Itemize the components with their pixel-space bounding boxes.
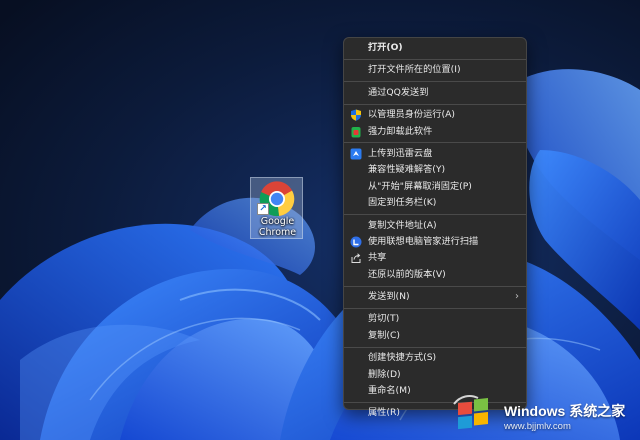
menu-item-delete[interactable]: 删除(D) [344, 367, 526, 383]
menu-item-label: 剪切(T) [368, 313, 400, 325]
menu-item-lenovo-scan[interactable]: 使用联想电脑管家进行扫描 [344, 234, 526, 250]
menu-item-send-to[interactable]: 发送到(N) › [344, 289, 526, 305]
menu-item-label: 兼容性疑难解答(Y) [368, 164, 446, 176]
watermark-title: Windows 系统之家 [504, 403, 626, 419]
menu-item-label: 上传到迅雷云盘 [368, 147, 433, 159]
lenovo-manager-icon [350, 236, 362, 248]
share-icon [351, 253, 361, 264]
menu-item-label: 以管理员身份运行(A) [368, 109, 455, 121]
site-watermark: Windows 系统之家 www.bjjmlv.com [444, 384, 640, 440]
menu-item-label: 打开(O) [368, 42, 403, 53]
desktop-wallpaper [0, 0, 640, 440]
menu-item-label: 打开文件所在的位置(I) [368, 64, 461, 76]
menu-item-label: 使用联想电脑管家进行扫描 [368, 235, 479, 247]
menu-separator [344, 58, 526, 60]
uac-shield-icon [351, 109, 361, 121]
menu-item-share[interactable]: 共享 [344, 250, 526, 266]
menu-separator [344, 142, 526, 144]
menu-item-label: 发送到(N) [368, 291, 410, 303]
chevron-right-icon: › [515, 291, 519, 303]
menu-item-label: 还原以前的版本(V) [368, 268, 446, 280]
menu-item-label: 固定到任务栏(K) [368, 197, 437, 209]
menu-item-copy-path[interactable]: 复制文件地址(A) [344, 218, 526, 234]
icon-label-line-1: Google [260, 216, 295, 227]
context-menu: 打开(O) 打开文件所在的位置(I) 通过QQ发送到 以管理员身份运行(A) 强… [343, 37, 527, 418]
menu-item-run-as-admin[interactable]: 以管理员身份运行(A) [344, 107, 526, 123]
menu-item-label: 强力卸载此软件 [368, 125, 433, 137]
menu-separator [344, 346, 526, 348]
icon-label-line-2: Chrome [258, 227, 297, 238]
menu-item-label: 创建快捷方式(S) [368, 352, 437, 364]
menu-item-open[interactable]: 打开(O) [344, 40, 526, 56]
desktop-icon-label: Google Chrome [251, 216, 304, 238]
menu-item-label: 属性(R) [368, 407, 400, 419]
watermark-url: www.bjjmlv.com [504, 421, 571, 432]
windows-logo-icon [453, 395, 488, 430]
menu-item-label: 从"开始"屏幕取消固定(P) [368, 180, 472, 192]
menu-item-label: 复制(C) [368, 329, 400, 341]
menu-separator [344, 214, 526, 216]
menu-separator [344, 307, 526, 309]
menu-item-open-file-location[interactable]: 打开文件所在的位置(I) [344, 62, 526, 78]
menu-item-label: 共享 [368, 252, 387, 264]
menu-item-copy[interactable]: 复制(C) [344, 328, 526, 344]
menu-item-force-uninstall[interactable]: 强力卸载此软件 [344, 124, 526, 140]
menu-item-pin-taskbar[interactable]: 固定到任务栏(K) [344, 195, 526, 211]
menu-item-compat-troubleshoot[interactable]: 兼容性疑难解答(Y) [344, 162, 526, 178]
menu-separator [344, 103, 526, 105]
menu-item-restore-previous[interactable]: 还原以前的版本(V) [344, 267, 526, 283]
menu-item-label: 通过QQ发送到 [368, 86, 429, 98]
uninstall-icon [351, 126, 361, 138]
chrome-desktop-shortcut[interactable]: ↗ Google Chrome [250, 177, 303, 239]
menu-item-label: 复制文件地址(A) [368, 219, 437, 231]
menu-separator [344, 81, 526, 83]
menu-item-unpin-start[interactable]: 从"开始"屏幕取消固定(P) [344, 179, 526, 195]
menu-item-upload-xunlei[interactable]: 上传到迅雷云盘 [344, 146, 526, 162]
menu-item-create-shortcut[interactable]: 创建快捷方式(S) [344, 350, 526, 366]
menu-item-send-via-qq[interactable]: 通过QQ发送到 [344, 85, 526, 101]
shortcut-arrow-icon: ↗ [257, 203, 269, 215]
menu-item-label: 重命名(M) [368, 385, 411, 397]
menu-item-cut[interactable]: 剪切(T) [344, 311, 526, 327]
xunlei-bird-icon [350, 148, 362, 160]
menu-item-label: 删除(D) [368, 368, 401, 380]
menu-separator [344, 285, 526, 287]
